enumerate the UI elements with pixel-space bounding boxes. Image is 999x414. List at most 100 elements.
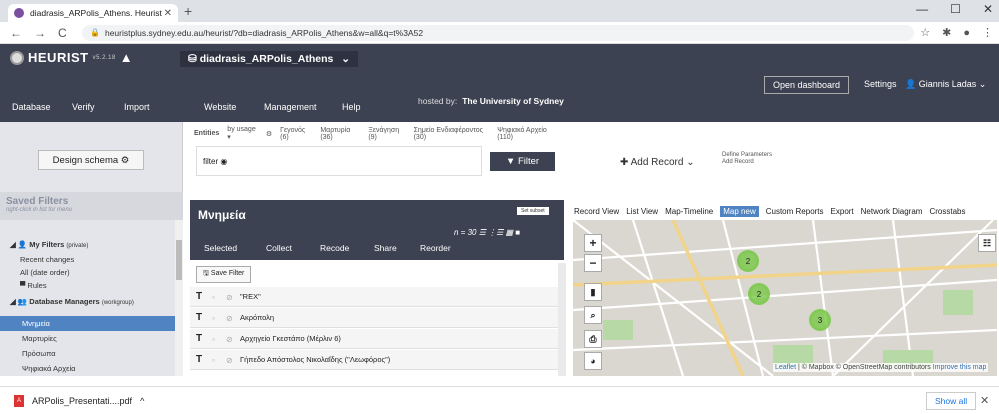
map-cluster[interactable]: 3: [809, 309, 831, 331]
entity-tab[interactable]: Σημείο Ενδιαφέροντος (30): [414, 127, 490, 141]
funnel-icon: ▼: [505, 156, 516, 167]
filter-item[interactable]: Πρόσωπα: [22, 349, 56, 358]
checkbox-icon[interactable]: ▫: [212, 335, 226, 344]
menu-management[interactable]: Management: [264, 102, 317, 112]
zoom-out-button[interactable]: −: [584, 254, 602, 272]
tab-record-view[interactable]: Record View: [574, 207, 619, 216]
filter-item[interactable]: Μαρτυρίες: [22, 334, 57, 343]
extensions-icon[interactable]: ✱: [942, 26, 951, 39]
menu-verify[interactable]: Verify: [72, 102, 95, 112]
minimize-icon[interactable]: —: [916, 2, 928, 16]
entity-tab[interactable]: Ψηφιακό Αρχείο (110): [497, 127, 558, 141]
map-cluster[interactable]: 2: [748, 283, 770, 305]
chevron-up-icon[interactable]: ^: [140, 396, 144, 406]
action-selected[interactable]: Selected: [204, 243, 237, 253]
left-scrollbar[interactable]: [175, 220, 183, 376]
tab-list-view[interactable]: List View: [626, 207, 658, 216]
version: v5.2.18: [92, 54, 116, 61]
forward-icon[interactable]: →: [34, 26, 48, 40]
by-usage-dropdown[interactable]: by usage ▾: [227, 126, 258, 141]
bookmark-icon[interactable]: ▮: [584, 283, 602, 301]
globe-icon[interactable]: ◕: [584, 352, 602, 370]
search-icon[interactable]: ⌕: [584, 306, 602, 324]
my-filters-group[interactable]: ◢ 👤 My Filters (private): [10, 240, 88, 249]
settings-menu[interactable]: Settings: [864, 79, 897, 89]
database-managers-group[interactable]: ◢ 👥 Database Managers (workgroup): [10, 297, 134, 306]
entity-tab[interactable]: Μαρτυρία (36): [320, 127, 360, 141]
back-icon[interactable]: ←: [10, 26, 24, 40]
zoom-in-button[interactable]: +: [584, 234, 602, 252]
database-icon: ⛁: [188, 53, 200, 65]
close-window-icon[interactable]: ✕: [983, 2, 993, 16]
design-schema-button[interactable]: Design schema ⚙: [38, 150, 144, 170]
tab-custom-reports[interactable]: Custom Reports: [766, 207, 824, 216]
menu-help[interactable]: Help: [342, 102, 361, 112]
list-item[interactable]: T ▫ ⊘ "REX": [190, 287, 558, 307]
circle-icon: ⊘: [226, 313, 233, 323]
tab-title: diadrasis_ARPolis_Athens. Heurist: [30, 8, 162, 18]
reload-icon[interactable]: C: [58, 26, 72, 40]
print-icon[interactable]: ⎙: [584, 330, 602, 348]
map-view[interactable]: 2 2 3 + − ▮ ⌕ ⎙ ◕ ☷: [573, 220, 997, 376]
eye-icon[interactable]: ◉: [220, 157, 227, 166]
pdf-icon: A: [14, 395, 24, 407]
result-scrollbar[interactable]: [558, 263, 566, 376]
filter-item[interactable]: Ψηφιακά Αρχεία: [22, 364, 76, 373]
list-item[interactable]: T ▫ ⊘ Αρχηγείο Γκεστάπο (Μέρλιν 6): [190, 329, 558, 349]
checkbox-icon[interactable]: ▫: [212, 293, 226, 302]
menu-import[interactable]: Import: [124, 102, 150, 112]
menu-database[interactable]: Database: [12, 102, 51, 112]
checkbox-icon[interactable]: ▫: [212, 314, 226, 323]
entity-tab[interactable]: Γεγονός (6): [280, 127, 312, 141]
menu-website[interactable]: Website: [204, 102, 236, 112]
action-recode[interactable]: Recode: [320, 243, 349, 253]
list-item[interactable]: T ▫ ⊘ Ακρόπολη: [190, 308, 558, 328]
show-all-button[interactable]: Show all: [926, 392, 977, 410]
filter-all-date-order[interactable]: All (date order): [20, 268, 70, 277]
result-count: n = 30 ☰ ⋮☰ ▦ ■: [454, 228, 521, 237]
entity-tab[interactable]: Ξενάγηση (9): [368, 127, 405, 141]
circle-icon: ⊘: [226, 292, 233, 302]
tab-export[interactable]: Export: [831, 207, 854, 216]
filter-input[interactable]: filter ◉: [196, 146, 482, 176]
filter-item[interactable]: Μνημεία: [0, 316, 178, 331]
profile-icon[interactable]: ●: [963, 27, 970, 39]
add-record-button[interactable]: ✚ Add Record ⌄: [620, 157, 695, 168]
new-tab-icon[interactable]: +: [184, 3, 192, 19]
map-cluster[interactable]: 2: [737, 250, 759, 272]
tab-map-timeline[interactable]: Map-Timeline: [665, 207, 713, 216]
tab-map-new[interactable]: Map new: [720, 205, 759, 217]
tab-crosstabs[interactable]: Crosstabs: [929, 207, 965, 216]
download-item[interactable]: A ARPolis_Presentati....pdf ^: [14, 395, 144, 407]
close-tab-icon[interactable]: ✕: [164, 8, 172, 19]
database-selector[interactable]: ⛁ diadrasis_ARPolis_Athens ⌄: [180, 51, 358, 67]
gear-icon[interactable]: ⚙: [266, 130, 272, 138]
menu-icon[interactable]: ⋮: [982, 26, 993, 39]
layers-icon[interactable]: ☷: [978, 234, 996, 252]
leaflet-link[interactable]: Leaflet: [775, 364, 796, 371]
filter-rules[interactable]: ▀ Rules: [20, 281, 47, 290]
count-text: n = 30: [454, 228, 477, 237]
filter-button[interactable]: ▼ Filter: [490, 152, 555, 171]
list-item[interactable]: T ▫ ⊘ Γήπεδο Απόστολος Νικολαΐδης ("Λεωφόρο…: [190, 350, 558, 370]
user-menu[interactable]: 👤 Giannis Ladas ⌄: [905, 79, 986, 90]
star-icon[interactable]: ☆: [920, 26, 930, 39]
open-dashboard-button[interactable]: Open dashboard: [764, 76, 850, 94]
subset-button[interactable]: Set subset: [517, 207, 549, 215]
filter-recent-changes[interactable]: Recent changes: [20, 255, 74, 264]
maximize-icon[interactable]: ☐: [950, 2, 961, 16]
url-field[interactable]: 🔒 heuristplus.sydney.edu.au/heurist/?db=d…: [82, 24, 915, 41]
close-icon[interactable]: ✕: [980, 394, 989, 407]
improve-map-link[interactable]: Improve this map: [933, 364, 987, 371]
checkbox-icon[interactable]: ▫: [212, 356, 226, 365]
action-reorder[interactable]: Reorder: [420, 243, 451, 253]
action-share[interactable]: Share: [374, 243, 397, 253]
rules-label: Rules: [27, 281, 47, 290]
save-filter-button[interactable]: 🖫 Save Filter: [196, 266, 252, 283]
browser-tab[interactable]: diadrasis_ARPolis_Athens. Heurist ✕: [8, 4, 178, 22]
action-collect[interactable]: Collect: [266, 243, 292, 253]
tab-network-diagram[interactable]: Network Diagram: [861, 207, 923, 216]
app-tabs: Record View List View Map-Timeline Map n…: [568, 202, 998, 220]
hosted-by: hosted by: The University of Sydney: [418, 96, 564, 106]
define-parameters[interactable]: Define Parameters Add Record: [722, 152, 772, 166]
